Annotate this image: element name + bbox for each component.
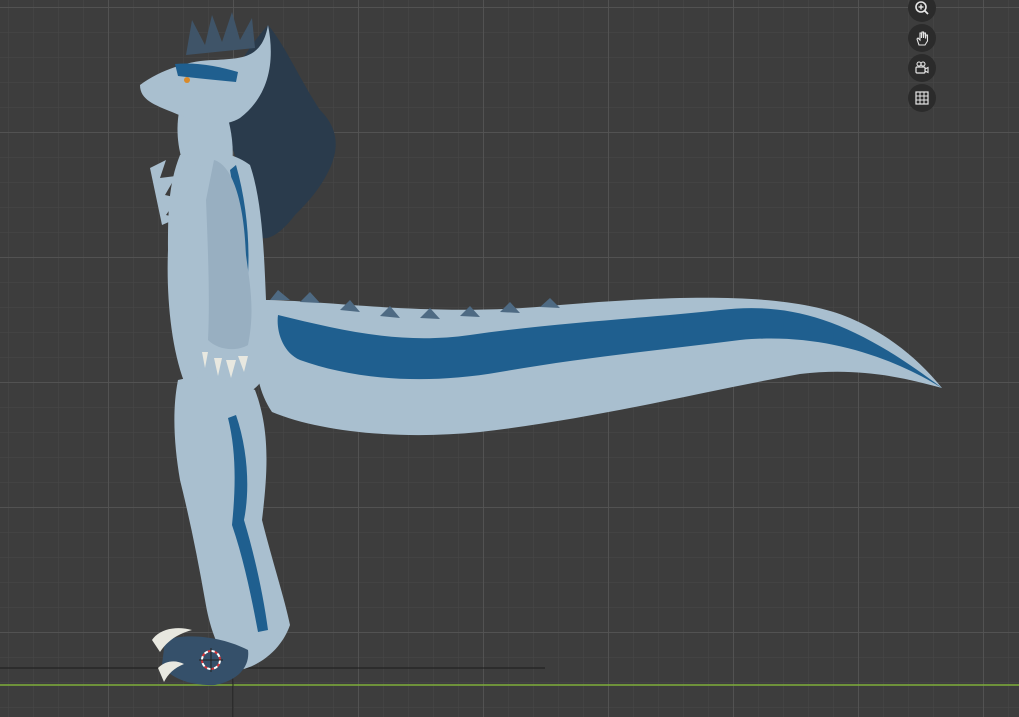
- zoom-icon: [914, 0, 930, 16]
- head-spikes: [186, 12, 255, 55]
- dragon-model: [140, 12, 943, 686]
- viewport-scene: [0, 12, 1019, 717]
- pan-button[interactable]: [908, 24, 936, 52]
- eye: [184, 77, 190, 83]
- ortho-toggle-button[interactable]: [908, 84, 936, 112]
- camera-view-button[interactable]: [908, 54, 936, 82]
- hand-pan-icon: [914, 30, 930, 46]
- grid-ortho-icon: [914, 90, 930, 106]
- 3d-viewport[interactable]: [0, 0, 1019, 717]
- camera-view-icon: [914, 60, 930, 76]
